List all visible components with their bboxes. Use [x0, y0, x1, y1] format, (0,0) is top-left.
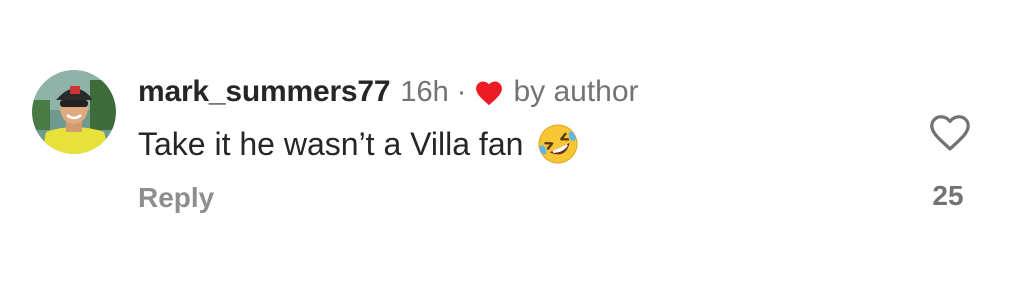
- comment-body: Take it he wasn’t a Villa fan: [138, 122, 581, 166]
- heart-outline-icon: [930, 115, 970, 151]
- reply-button[interactable]: Reply: [138, 182, 214, 214]
- avatar[interactable]: [32, 70, 116, 154]
- comment-text: Take it he wasn’t a Villa fan: [138, 125, 524, 162]
- username[interactable]: mark_summers77: [138, 75, 391, 109]
- timestamp: 16h: [400, 75, 449, 108]
- avatar-image: [32, 70, 116, 154]
- comment-header: mark_summers77 16h · by author: [138, 72, 639, 112]
- like-count: 25: [932, 180, 964, 211]
- liked-by-author-label: by author: [513, 75, 639, 108]
- comment: mark_summers77 16h · by author Take it h…: [0, 0, 1024, 290]
- separator-dot: ·: [456, 75, 467, 108]
- like-button[interactable]: [928, 112, 972, 152]
- heart-filled-icon: [474, 79, 504, 106]
- rolling-on-the-floor-laughing-emoji: [535, 121, 581, 167]
